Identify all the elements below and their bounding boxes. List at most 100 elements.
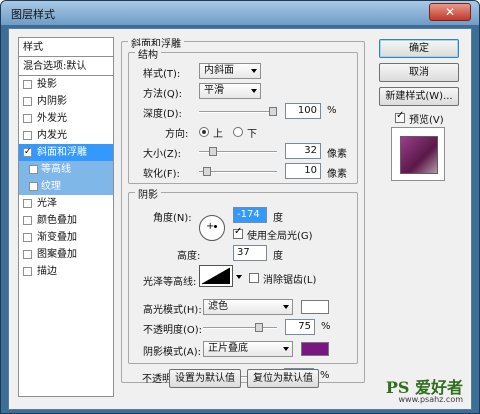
checkbox[interactable]	[23, 80, 32, 89]
sidebar-item-label: 渐变叠加	[37, 232, 77, 243]
preview-checkbox[interactable]	[395, 110, 405, 123]
sidebar-item-color-overlay[interactable]: 颜色叠加	[19, 212, 113, 229]
slider-thumb[interactable]	[209, 147, 217, 156]
sidebar-item-inner-glow[interactable]: 内发光	[19, 127, 113, 144]
highlight-color-swatch[interactable]	[301, 300, 329, 314]
style-value: 内斜面	[204, 65, 234, 76]
preview-thumbnail	[391, 127, 445, 181]
sidebar-item-label: 等高线	[41, 164, 71, 175]
angle-unit: 度	[273, 213, 283, 224]
watermark-logo: PS 爱好者	[385, 377, 463, 397]
gloss-contour-picker[interactable]	[199, 265, 233, 287]
shadow-color-swatch[interactable]	[301, 342, 329, 356]
global-light-checkbox[interactable]	[233, 226, 243, 239]
sidebar-item-gradient-overlay[interactable]: 渐变叠加	[19, 229, 113, 246]
checkbox[interactable]	[23, 144, 32, 161]
angle-input[interactable]: -174	[233, 207, 267, 223]
depth-slider[interactable]	[199, 107, 277, 116]
sidebar-item-inner-shadow[interactable]: 内阴影	[19, 93, 113, 110]
altitude-label: 高度:	[177, 251, 201, 262]
sidebar-item-drop-shadow[interactable]: 投影	[19, 76, 113, 93]
sidebar-item-bevel-emboss[interactable]: 斜面和浮雕	[19, 144, 113, 161]
sidebar-item-label: 图案叠加	[37, 249, 77, 260]
checkbox[interactable]	[29, 182, 38, 191]
sidebar-item-satin[interactable]: 光泽	[19, 195, 113, 212]
title-bar: 图层样式 ✕	[1, 1, 479, 25]
shadow-mode-label: 阴影模式(A):	[143, 347, 202, 358]
highlight-opacity-label: 不透明度(O):	[143, 325, 203, 336]
checkbox[interactable]	[23, 199, 32, 208]
size-input[interactable]: 32	[285, 143, 321, 159]
sidebar-item-blending-options[interactable]: 混合选项:默认	[19, 57, 113, 76]
reset-default-button[interactable]: 复位为默认值	[247, 369, 319, 388]
checkbox[interactable]	[23, 114, 32, 123]
shadow-mode-dropdown[interactable]: 正片叠底	[203, 341, 293, 357]
soften-slider[interactable]	[199, 167, 277, 176]
sidebar-item-contour[interactable]: 等高线	[19, 161, 113, 178]
soften-input[interactable]: 10	[285, 163, 321, 179]
altitude-unit: 度	[273, 251, 283, 262]
sidebar-item-outer-glow[interactable]: 外发光	[19, 110, 113, 127]
depth-unit: %	[327, 105, 337, 116]
close-button[interactable]: ✕	[429, 3, 471, 21]
sidebar-item-pattern-overlay[interactable]: 图案叠加	[19, 246, 113, 263]
sidebar-item-label: 纹理	[41, 181, 61, 192]
direction-down-label: 下	[247, 129, 257, 140]
soften-unit: 像素	[327, 169, 347, 180]
ok-button[interactable]: 确定	[379, 39, 459, 58]
slider-thumb[interactable]	[203, 167, 211, 176]
technique-label: 方法(Q):	[143, 89, 183, 100]
cancel-button[interactable]: 取消	[379, 63, 459, 82]
size-slider[interactable]	[199, 147, 277, 156]
altitude-input[interactable]: 37	[233, 245, 267, 261]
sidebar-item-label: 斜面和浮雕	[37, 147, 87, 158]
dialog-body: 样式 混合选项:默认 投影 内阴影 外发光 内发光 斜面和浮雕 等高线 纹理 光…	[8, 28, 472, 410]
style-label: 样式(T):	[143, 69, 181, 80]
style-dropdown[interactable]: 内斜面	[199, 63, 261, 79]
checkbox[interactable]	[23, 131, 32, 140]
sidebar-item-texture[interactable]: 纹理	[19, 178, 113, 195]
chevron-down-icon[interactable]	[236, 275, 242, 279]
checkbox[interactable]	[23, 216, 32, 225]
checkbox[interactable]	[29, 165, 38, 174]
shading-group: 阴影 角度(N): + -174 度 使用全局光(G) 高度: 37 度 光泽等…	[128, 186, 358, 364]
preview-swatch	[400, 136, 438, 174]
antialias-checkbox[interactable]	[249, 273, 259, 283]
sidebar-item-styles[interactable]: 样式	[19, 38, 113, 57]
slider-thumb[interactable]	[269, 107, 277, 116]
direction-label: 方向:	[165, 129, 189, 140]
sidebar-item-stroke[interactable]: 描边	[19, 263, 113, 280]
make-default-button[interactable]: 设置为默认值	[169, 369, 241, 388]
sidebar-item-label: 内发光	[37, 130, 67, 141]
angle-dial-dot	[214, 225, 217, 228]
direction-up-radio[interactable]	[199, 127, 209, 137]
watermark-url: www.psahz.com	[398, 395, 463, 405]
slider-thumb[interactable]	[255, 323, 263, 332]
checkbox[interactable]	[23, 267, 32, 276]
highlight-mode-label: 高光模式(H):	[143, 305, 202, 316]
dialog-window: 图层样式 ✕ 样式 混合选项:默认 投影 内阴影 外发光 内发光 斜面和浮雕 等…	[0, 0, 480, 414]
highlight-opacity-input[interactable]: 75	[285, 319, 315, 335]
structure-title: 结构	[135, 46, 161, 61]
new-style-button[interactable]: 新建样式(W)...	[379, 87, 459, 106]
bevel-emboss-panel: 斜面和浮雕 结构 样式(T): 内斜面 方法(Q): 平滑 深度(D): 100…	[121, 35, 365, 385]
checkbox[interactable]	[23, 250, 32, 259]
highlight-mode-dropdown[interactable]: 滤色	[203, 299, 293, 315]
checkbox[interactable]	[23, 97, 32, 106]
highlight-mode-value: 滤色	[208, 301, 228, 312]
global-light-label: 使用全局光(G)	[247, 231, 313, 242]
gloss-contour-label: 光泽等高线:	[143, 277, 197, 288]
highlight-opacity-slider[interactable]	[203, 323, 277, 332]
size-label: 大小(Z):	[143, 149, 182, 160]
shadow-mode-value: 正片叠底	[208, 343, 248, 354]
checkbox[interactable]	[23, 233, 32, 242]
sidebar-item-label: 颜色叠加	[37, 215, 77, 226]
preview-label: 预览(V)	[409, 115, 444, 126]
style-list: 样式 混合选项:默认 投影 内阴影 外发光 内发光 斜面和浮雕 等高线 纹理 光…	[18, 37, 114, 397]
soften-label: 软化(F):	[143, 169, 180, 180]
angle-dial[interactable]: +	[199, 215, 225, 241]
direction-down-radio[interactable]	[233, 127, 243, 137]
structure-group: 结构 样式(T): 内斜面 方法(Q): 平滑 深度(D): 100 % 方向:…	[128, 46, 358, 184]
technique-dropdown[interactable]: 平滑	[199, 83, 261, 99]
depth-input[interactable]: 100	[285, 103, 321, 119]
